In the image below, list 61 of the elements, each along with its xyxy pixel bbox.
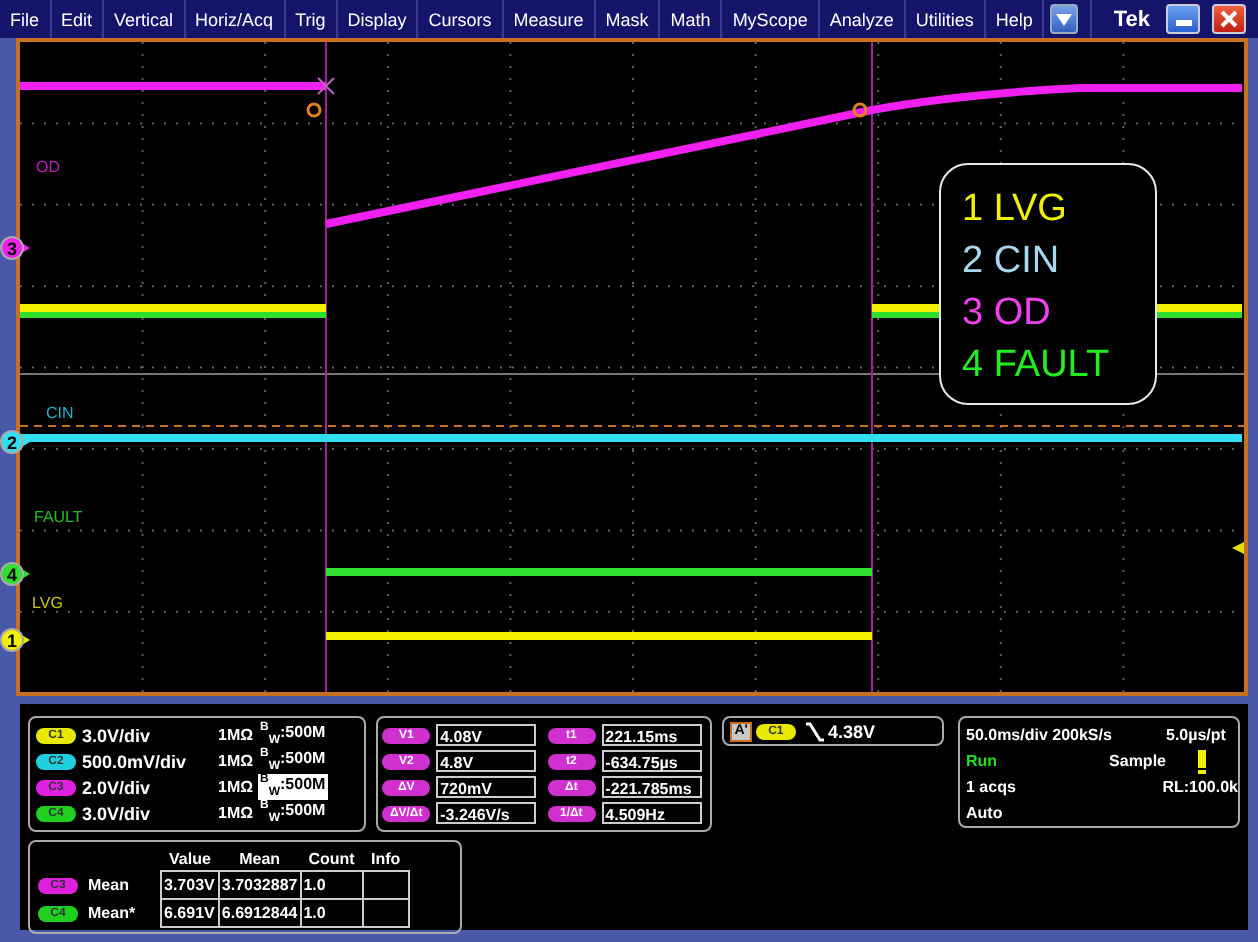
measurement-label: Mean* [88, 904, 136, 922]
resolution-text: 5.0µs/pt [1166, 726, 1228, 744]
column-header: Mean [218, 846, 301, 871]
minimize-icon [1175, 20, 1191, 26]
cursor-value: -3.246V/s [436, 802, 537, 824]
cursor-value: -221.785ms [601, 776, 702, 798]
cursor-value: -634.75µs [601, 750, 702, 772]
legend-entry: 1 LVG [962, 188, 1067, 230]
trigger-state-icon [1198, 749, 1206, 773]
trace-label: FAULT [34, 508, 83, 526]
channel-marker: 2 [0, 430, 30, 454]
close-icon [1220, 10, 1238, 28]
column-header: Value [161, 846, 219, 871]
table-cell: 6.691V [161, 899, 219, 927]
dropdown-button[interactable] [1050, 4, 1079, 34]
cursor-value: 4.509Hz [601, 802, 702, 824]
scale-text: 500.0mV/div [82, 751, 189, 771]
legend-entry: 2 CIN [962, 240, 1060, 282]
legend-entry: 4 FAULT [962, 344, 1110, 386]
cursor-value: 4.08V [436, 724, 537, 746]
run-status: Run [966, 752, 1000, 770]
mode-text: Sample [1109, 752, 1166, 770]
table-cell: 1.0 [300, 871, 363, 899]
impedance-text: 1MΩ [218, 804, 254, 822]
legend-entry: 3 OD [962, 292, 1051, 334]
scale-text: 3.0V/div [82, 725, 153, 745]
timebase-text: 50.0ms/div 200kS/s [966, 726, 1114, 744]
cursor-value: 4.8V [436, 750, 537, 772]
column-header: Count [300, 846, 363, 871]
table-cell: 3.703V [161, 871, 219, 899]
measurement-label: Mean [88, 876, 129, 894]
column-header: Info [362, 846, 409, 871]
channel-marker: 1 [0, 628, 30, 652]
cursor-marker-icon [306, 102, 322, 118]
trigger-mode-text: Auto [966, 804, 1005, 822]
trace-label: OD [36, 158, 60, 176]
record-length-text: RL:100.0k [1162, 778, 1238, 796]
trace-label: LVG [32, 594, 63, 612]
trigger-level: 4.38V [827, 721, 875, 741]
cursor-value: 221.15ms [601, 724, 702, 746]
trigger-level-arrow-icon [1232, 542, 1244, 554]
channel-marker: 3 [0, 236, 30, 260]
cross-icon [317, 77, 335, 95]
table-cell: 3.7032887 [218, 871, 301, 899]
minimize-button[interactable] [1166, 4, 1200, 34]
impedance-text: 1MΩ [218, 778, 254, 796]
impedance-text: 1MΩ [218, 752, 254, 770]
caret-icon [1056, 13, 1073, 25]
scale-text: 2.0V/div [82, 777, 153, 797]
acquisitions-text: 1 acqs [966, 778, 1018, 796]
scale-text: 3.0V/div [82, 803, 153, 823]
cursor-value: 720mV [436, 776, 537, 798]
brand-logo-text: Tek [1113, 7, 1150, 31]
close-button[interactable] [1212, 4, 1246, 34]
trace-label: CIN [46, 404, 74, 422]
table-cell: 1.0 [300, 899, 363, 927]
falling-edge-icon [805, 721, 824, 741]
impedance-text: 1MΩ [218, 726, 254, 744]
cursor-marker-icon [852, 102, 868, 118]
channel-marker: 4 [0, 562, 30, 586]
table-cell: 6.6912844 [218, 899, 301, 927]
